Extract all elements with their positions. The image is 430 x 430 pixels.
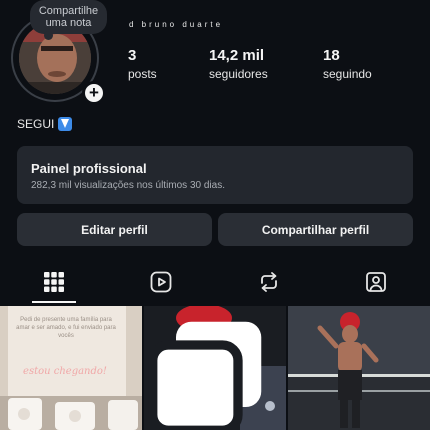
- bio: SEGUI: [17, 117, 73, 131]
- tab-reposts[interactable]: [215, 261, 323, 303]
- stat-followers[interactable]: 14,2 mil seguidores: [209, 47, 268, 81]
- display-name: d bruno duarte: [129, 20, 224, 29]
- multiple-photos-icon: [148, 321, 262, 430]
- bio-text: SEGUI: [17, 117, 55, 131]
- tab-reels[interactable]: [108, 261, 216, 303]
- note-bubble[interactable]: Compartilhe uma nota: [30, 0, 107, 40]
- posts-count: 3: [128, 47, 137, 64]
- tagged-icon: [366, 272, 387, 292]
- down-arrow-icon: [58, 117, 73, 131]
- post-thumbnail[interactable]: Pedi de presente uma família para amar e…: [0, 306, 142, 430]
- professional-dashboard-subtitle: 282,3 mil visualizações nos últimos 30 d…: [31, 180, 225, 191]
- followers-label: seguidores: [209, 67, 268, 81]
- add-story-button[interactable]: +: [82, 81, 106, 105]
- share-profile-button[interactable]: Compartilhar perfil: [218, 213, 413, 246]
- professional-dashboard[interactable]: Painel profissional 282,3 mil visualizaç…: [17, 146, 413, 204]
- followers-count: 14,2 mil: [209, 47, 265, 64]
- grid-icon: [43, 272, 64, 292]
- stat-following[interactable]: 18 seguindo: [323, 47, 372, 81]
- tab-tagged[interactable]: [323, 261, 430, 303]
- profile-page: + Compartilhe uma nota d bruno duarte 3 …: [0, 0, 430, 430]
- posts-grid: Pedi de presente uma família para amar e…: [0, 306, 430, 430]
- post-thumbnail[interactable]: [144, 306, 286, 430]
- post-image: [288, 306, 430, 430]
- following-count: 18: [323, 47, 340, 64]
- card-script-text: estou chegando!: [23, 366, 107, 377]
- card-text: Pedi de presente uma família para amar e…: [16, 317, 116, 339]
- profile-tabs: [0, 261, 430, 303]
- note-text: Compartilhe uma nota: [38, 5, 99, 29]
- tab-posts[interactable]: [0, 261, 108, 303]
- post-thumbnail[interactable]: [288, 306, 430, 430]
- reposts-icon: [260, 272, 277, 292]
- following-label: seguindo: [323, 67, 372, 81]
- reels-icon: [150, 271, 172, 293]
- professional-dashboard-title: Painel profissional: [31, 161, 147, 176]
- edit-profile-button[interactable]: Editar perfil: [17, 213, 212, 246]
- posts-label: posts: [128, 67, 157, 81]
- stat-posts[interactable]: 3 posts: [128, 47, 157, 81]
